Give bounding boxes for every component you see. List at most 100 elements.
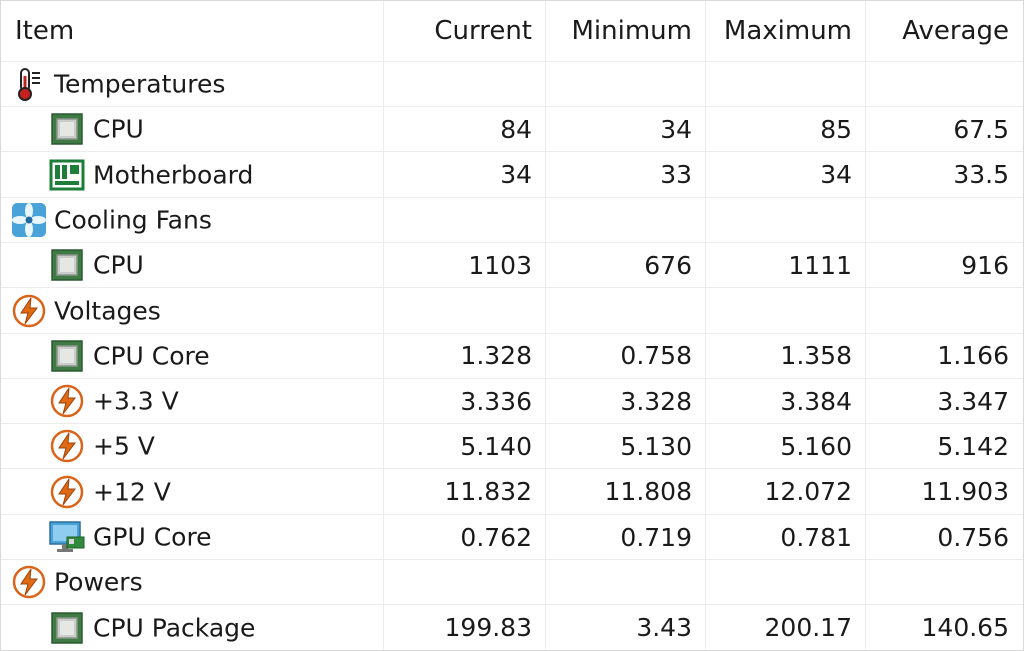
item-cell: CPU [1,107,384,151]
average-value: 1.166 [937,341,1009,371]
current-value: 199.83 [444,613,532,643]
cpu-chip-icon [49,247,85,283]
gpu-monitor-icon [49,519,85,555]
lightning-icon [49,428,85,464]
sensor-row-cpu-package[interactable]: CPU Package 199.83 3.43 200.17 140.65 [1,606,1023,650]
minimum-value [546,560,706,604]
item-cell: GPU Core [1,515,384,559]
column-header-average[interactable]: Average [866,1,1023,61]
lightning-icon [49,474,85,510]
minimum-value [546,289,706,333]
current-value [384,198,546,242]
item-cell: Voltages [1,289,384,333]
item-label: CPU [93,250,144,280]
item-cell: CPU [1,243,384,287]
cpu-chip-icon [49,610,85,646]
sensor-table: Item Current Minimum Maximum Average Tem… [0,0,1024,651]
average-value [866,198,1023,242]
column-header-current[interactable]: Current [384,1,546,61]
maximum-value: 5.160 [780,431,852,461]
sensor-row-gpu-core[interactable]: GPU Core 0.762 0.719 0.781 0.756 [1,515,1023,560]
current-value: 34 [500,160,532,190]
item-cell: Powers [1,560,384,604]
item-cell: CPU Package [1,606,384,650]
current-value: 0.762 [460,522,532,552]
maximum-value: 0.781 [780,522,852,552]
column-header-maximum[interactable]: Maximum [706,1,866,61]
current-value [384,560,546,604]
sensor-row-motherboard[interactable]: Motherboard 34 33 34 33.5 [1,153,1023,198]
item-label: Cooling Fans [54,205,212,235]
group-row-temperatures[interactable]: Temperatures [1,62,1023,107]
column-divider[interactable] [545,1,546,650]
group-row-voltages[interactable]: Voltages [1,289,1023,334]
cpu-chip-icon [49,111,85,147]
column-header-item[interactable]: Item [15,1,74,61]
item-label: CPU Package [93,613,256,643]
current-value: 84 [500,114,532,144]
column-divider[interactable] [865,1,866,650]
sensor-row-cpu[interactable]: CPU 1103 676 1111 916 [1,243,1023,289]
average-value [866,289,1023,333]
sensor-row-cpu-core[interactable]: CPU Core 1.328 0.758 1.358 1.166 [1,334,1023,379]
maximum-value: 3.384 [780,386,852,416]
minimum-value: 11.808 [604,477,692,507]
item-label: CPU [93,114,144,144]
item-label: Powers [54,567,143,597]
average-value: 33.5 [953,160,1009,190]
minimum-value: 0.719 [620,522,692,552]
cpu-chip-icon [49,338,85,374]
average-value: 5.142 [937,431,1009,461]
average-value: 11.903 [921,477,1009,507]
current-value: 3.336 [460,386,532,416]
maximum-value: 1.358 [780,341,852,371]
average-value: 140.65 [921,613,1009,643]
item-cell: CPU Core [1,334,384,378]
sensor-row-12-v[interactable]: +12 V 11.832 11.808 12.072 11.903 [1,470,1023,515]
minimum-value: 33 [660,160,692,190]
sensor-row-5-v[interactable]: +5 V 5.140 5.130 5.160 5.142 [1,424,1023,470]
item-cell: +12 V [1,470,384,514]
group-row-powers[interactable]: Powers [1,560,1023,606]
lightning-icon [49,383,85,419]
average-value [866,560,1023,604]
table-header: Item Current Minimum Maximum Average [1,1,1023,62]
group-row-cooling-fans[interactable]: Cooling Fans [1,198,1023,243]
minimum-value: 676 [644,250,692,280]
item-label: +5 V [93,431,155,461]
item-label: CPU Core [93,341,210,371]
maximum-value: 1111 [788,250,852,280]
maximum-value [706,560,866,604]
maximum-value: 85 [820,114,852,144]
column-divider[interactable] [383,1,384,650]
maximum-value [706,198,866,242]
current-value: 5.140 [460,431,532,461]
item-cell: Temperatures [1,62,384,106]
item-cell: Cooling Fans [1,198,384,242]
minimum-value: 0.758 [620,341,692,371]
average-value: 916 [961,250,1009,280]
item-label: Motherboard [93,160,254,190]
current-value: 11.832 [444,477,532,507]
maximum-value [706,62,866,106]
average-value [866,62,1023,106]
item-label: Temperatures [54,69,226,99]
item-label: +3.3 V [93,386,179,416]
minimum-value: 5.130 [620,431,692,461]
column-divider[interactable] [705,1,706,650]
minimum-value [546,62,706,106]
minimum-value [546,198,706,242]
item-label: +12 V [93,477,171,507]
maximum-value: 34 [820,160,852,190]
sensor-row-3-3-v[interactable]: +3.3 V 3.336 3.328 3.384 3.347 [1,379,1023,425]
column-header-minimum[interactable]: Minimum [546,1,706,61]
sensor-row-cpu[interactable]: CPU 84 34 85 67.5 [1,107,1023,153]
motherboard-icon [49,157,85,193]
lightning-icon [11,564,47,600]
item-cell: Motherboard [1,153,384,197]
current-value: 1.328 [460,341,532,371]
average-value: 3.347 [937,386,1009,416]
thermometer-icon [11,66,47,102]
average-value: 0.756 [937,522,1009,552]
maximum-value [706,289,866,333]
